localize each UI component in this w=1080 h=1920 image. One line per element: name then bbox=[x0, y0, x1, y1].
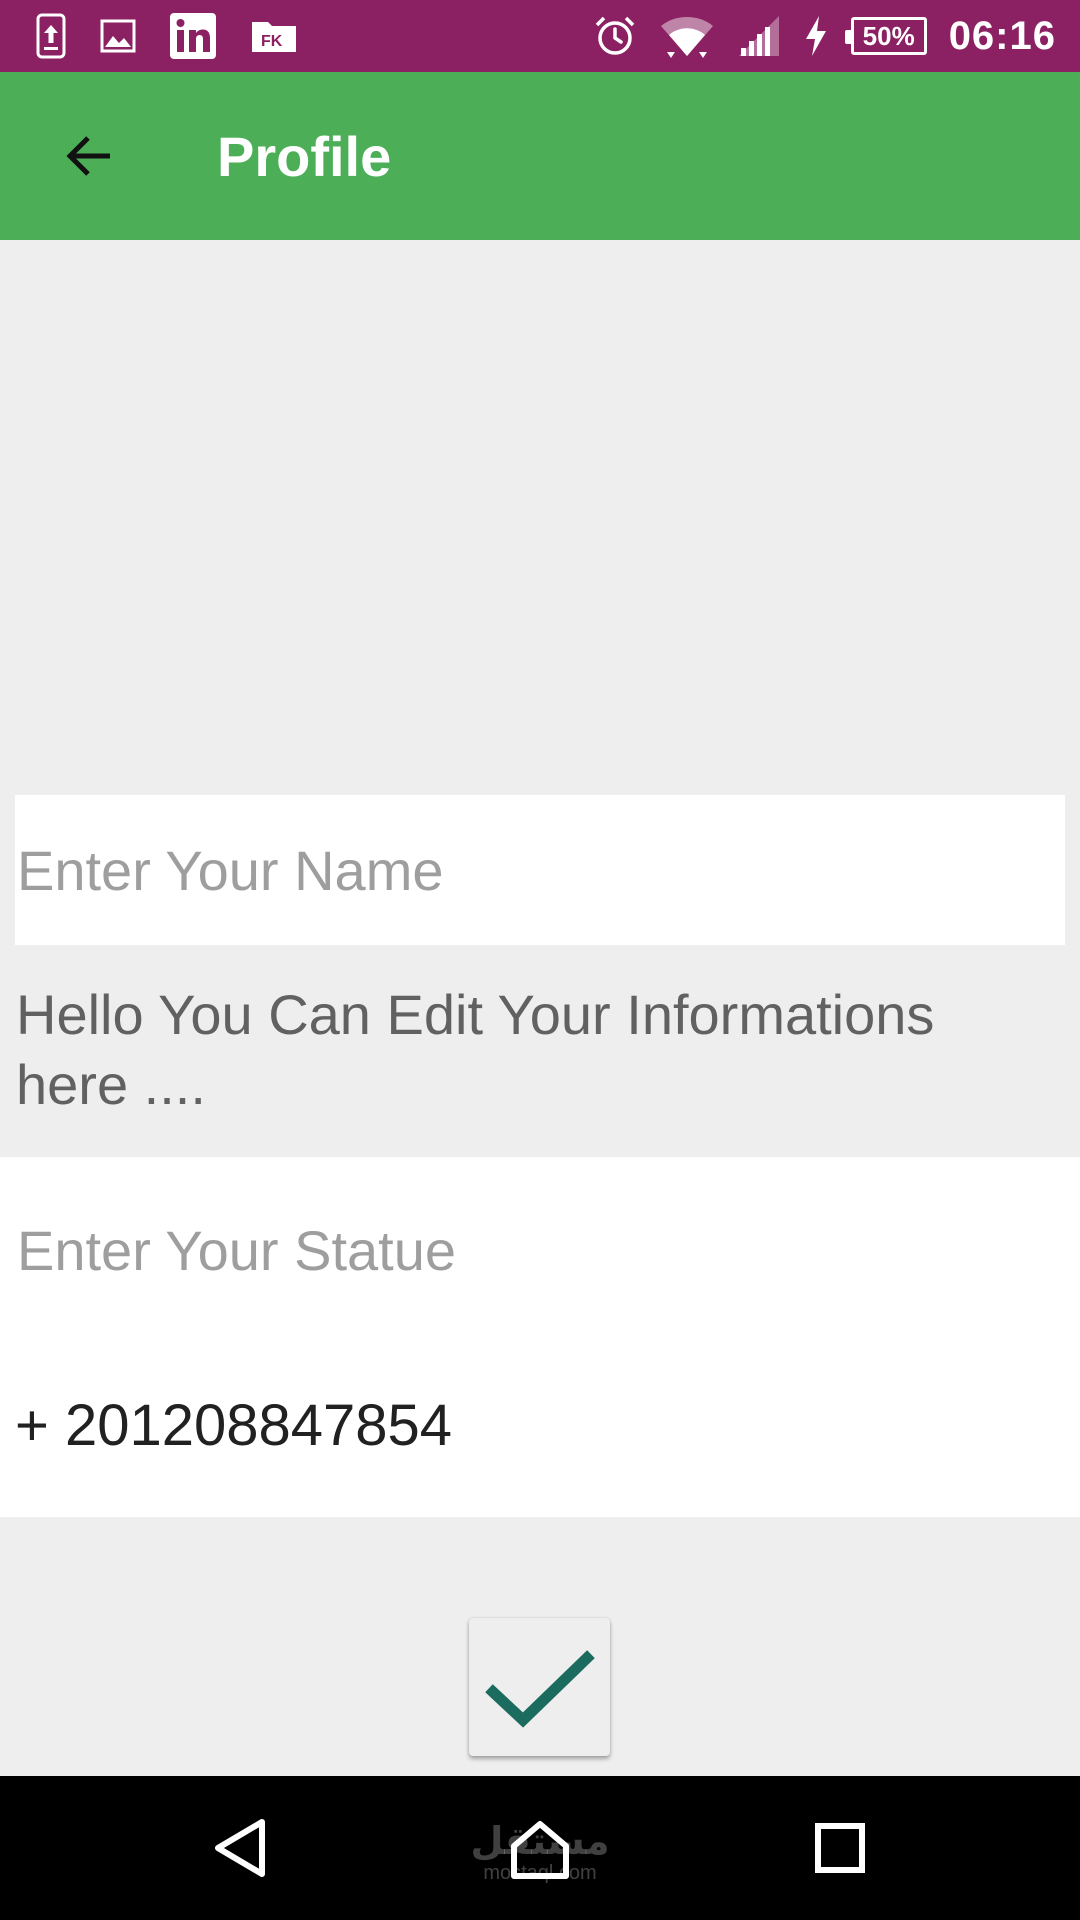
upload-icon bbox=[36, 13, 66, 59]
gallery-icon bbox=[100, 19, 136, 53]
back-icon bbox=[215, 1819, 265, 1877]
statue-field-container bbox=[15, 1195, 1065, 1305]
linkedin-icon bbox=[170, 13, 216, 59]
signal-icon bbox=[737, 14, 781, 58]
back-button[interactable] bbox=[48, 116, 128, 196]
status-bar: FK 50% 06:16 bbox=[0, 0, 1080, 72]
app-bar: Profile bbox=[0, 72, 1080, 240]
status-time: 06:16 bbox=[948, 13, 1056, 58]
charging-icon bbox=[803, 14, 829, 58]
confirm-button[interactable] bbox=[469, 1618, 610, 1756]
recents-icon bbox=[815, 1823, 865, 1873]
battery-indicator: 50% bbox=[844, 17, 927, 55]
name-input[interactable] bbox=[15, 837, 1065, 903]
alarm-icon bbox=[593, 14, 637, 58]
watermark-arabic: مستقل bbox=[470, 1821, 610, 1863]
nav-recents-button[interactable] bbox=[780, 1776, 900, 1920]
file-manager-icon: FK bbox=[250, 18, 298, 54]
check-icon bbox=[484, 1650, 595, 1728]
system-icons: 50% 06:16 bbox=[593, 0, 1056, 72]
watermark: مستقل mostaql.com bbox=[470, 1822, 610, 1884]
nav-back-button[interactable] bbox=[180, 1776, 300, 1920]
svg-text:FK: FK bbox=[261, 33, 283, 50]
arrow-back-icon bbox=[66, 136, 110, 176]
wifi-icon bbox=[659, 12, 715, 60]
phone-number: + 201208847854 bbox=[15, 1393, 453, 1458]
info-text: Hello You Can Edit Your Informations her… bbox=[16, 983, 935, 1116]
page-title: Profile bbox=[217, 125, 392, 188]
notification-icons: FK bbox=[36, 0, 298, 72]
statue-input[interactable] bbox=[15, 1217, 1065, 1283]
watermark-domain: mostaql.com bbox=[483, 1862, 597, 1884]
name-field-container bbox=[15, 795, 1065, 945]
